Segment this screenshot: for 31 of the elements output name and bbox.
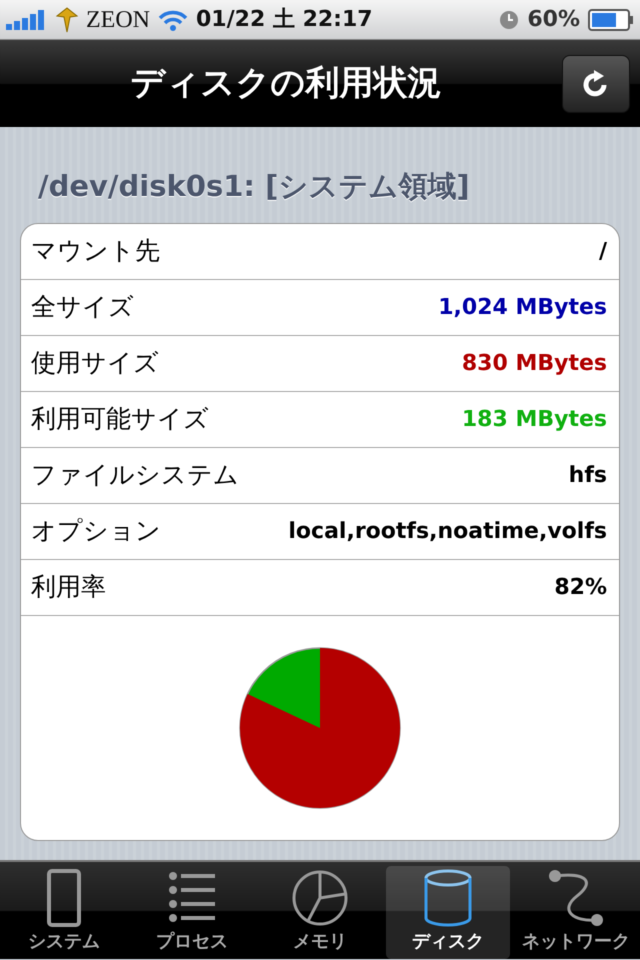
row-value: 82% [554,574,607,602]
row-label: 使用サイズ [31,347,159,380]
emblem-icon [56,6,78,32]
wifi-icon [158,8,188,30]
refresh-button[interactable] [562,54,630,112]
row-value: 1,024 MBytes [438,294,607,322]
row-value: 830 MBytes [462,350,607,378]
tab[interactable]: システム [2,866,126,959]
row-label: ファイルシステム [31,459,239,492]
carrier-name: ZEON [86,6,150,34]
tab[interactable]: メモリ [258,866,382,959]
screen-title: ディスクの利用状況 [130,62,442,105]
tab[interactable]: プロセス [130,866,254,959]
battery-percent: 60% [527,6,580,34]
clock-icon [499,10,520,30]
row-label: 利用率 [31,571,106,604]
tab[interactable]: ディスク [386,866,510,959]
row-label: 利用可能サイズ [31,403,209,436]
row-value: 183 MBytes [462,406,607,434]
pie-icon [291,868,349,928]
tab[interactable]: ネットワーク [514,866,638,959]
row-value: local,rootfs,noatime,volfs [288,518,607,546]
status-time: 01/22 土 22:17 [196,6,373,34]
row-label: オプション [31,515,161,548]
network-icon [547,868,605,928]
section-title: /dev/disk0s1: [システム領域] [38,168,471,205]
row-label: 全サイズ [31,291,134,324]
row-label: マウント先 [31,235,160,268]
row-value: hfs [568,462,607,490]
row-value: / [598,238,607,266]
battery-icon [588,8,634,30]
